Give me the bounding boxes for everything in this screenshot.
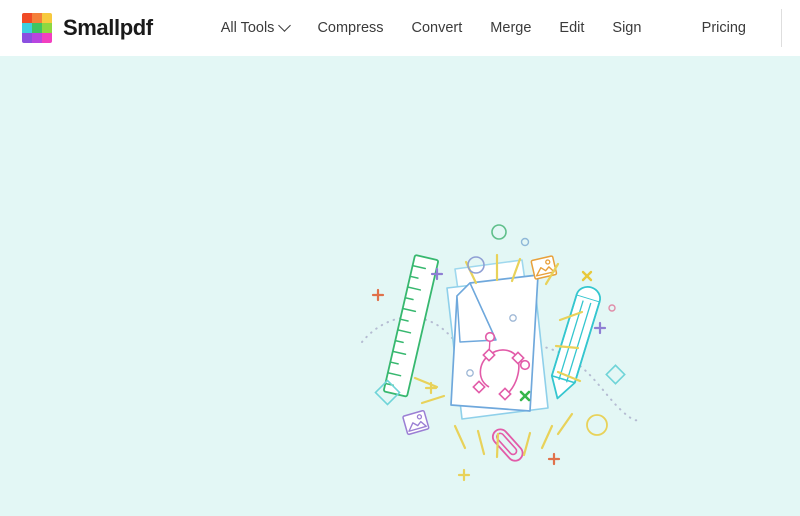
- document-editing-illustration: [361, 224, 642, 482]
- pink-paperclip-icon: [491, 428, 524, 462]
- nav-item-edit[interactable]: Edit: [545, 15, 598, 42]
- photo-icon-purple: [402, 409, 430, 436]
- brand-logo-link[interactable]: Smallpdf: [22, 13, 153, 43]
- nav-item-sign[interactable]: Sign: [598, 15, 655, 42]
- chevron-down-icon: [278, 18, 292, 32]
- plus-orange-bottom: [547, 452, 561, 466]
- brand-name: Smallpdf: [63, 15, 153, 40]
- plus-orange-left: [371, 288, 385, 302]
- nav-item-pricing[interactable]: Pricing: [688, 15, 760, 42]
- circle-blue-small: [520, 237, 530, 247]
- plus-yellow-left: [424, 381, 438, 395]
- nav-item-label: Convert: [411, 19, 463, 36]
- pricing-label: Pricing: [701, 19, 746, 36]
- cyan-pencil-icon: [550, 286, 601, 400]
- photo-icon-orange: [530, 255, 558, 280]
- nav-item-label: Sign: [612, 19, 642, 36]
- nav-item-compress[interactable]: Compress: [303, 15, 397, 42]
- smallpdf-color-grid-logo-icon: [22, 13, 52, 43]
- nav-item-label: Edit: [559, 19, 585, 36]
- plus-yellow-bottom: [457, 468, 471, 482]
- x-mark-yellow: [581, 270, 593, 282]
- plus-purple-right: [593, 321, 607, 335]
- circle-yellow: [586, 414, 608, 436]
- smallpdf-landing-page: Smallpdf All Tools Compress Convert Merg…: [0, 0, 800, 516]
- header-divider: [781, 9, 782, 47]
- nav-item-convert[interactable]: Convert: [398, 15, 477, 42]
- nav-item-label: All Tools: [220, 19, 275, 36]
- circle-pink-small: [608, 304, 616, 312]
- paper-sheet-front: [450, 274, 539, 412]
- site-header: Smallpdf All Tools Compress Convert Merg…: [0, 0, 800, 56]
- main-navigation: All Tools Compress Convert Merge Edit Si…: [207, 15, 656, 42]
- green-ruler-icon: [383, 254, 439, 398]
- nav-item-merge[interactable]: Merge: [476, 15, 545, 42]
- nav-item-all-tools[interactable]: All Tools: [207, 15, 304, 42]
- diamond-cyan-right: [605, 364, 626, 385]
- hero-section: [0, 56, 800, 516]
- nav-item-label: Compress: [317, 19, 384, 36]
- circle-green: [491, 224, 507, 240]
- nav-item-label: Merge: [490, 19, 532, 36]
- header-right-section: Pricing: [688, 0, 800, 56]
